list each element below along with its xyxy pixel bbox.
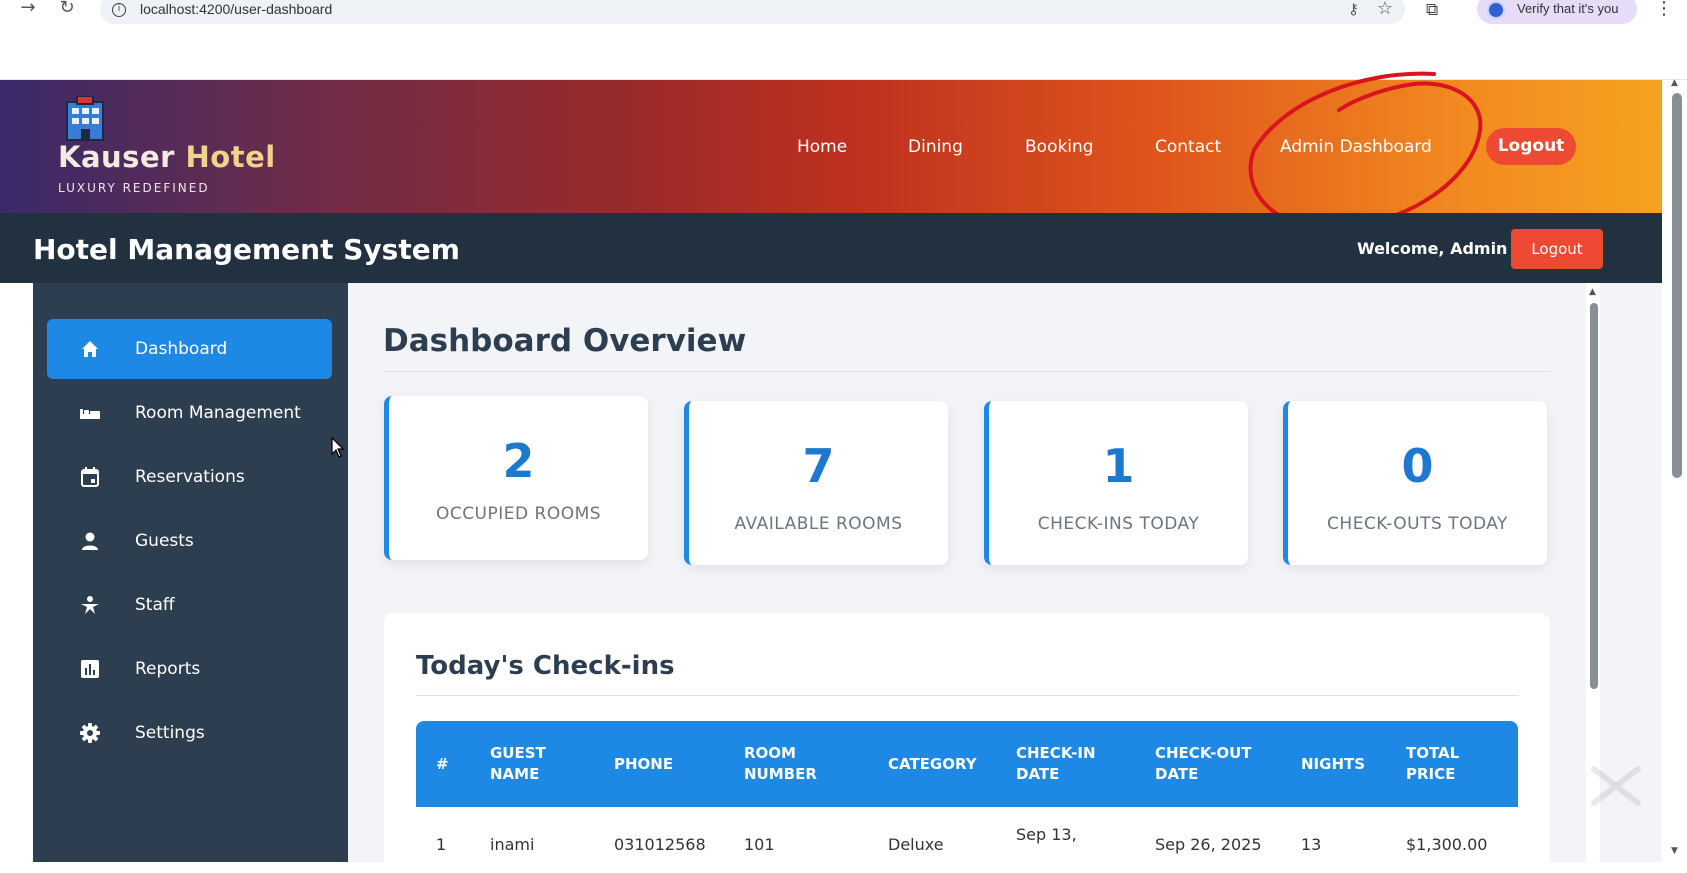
hotel-logo-icon — [66, 96, 104, 141]
sidebar-item-label: Reservations — [135, 467, 245, 487]
column-header-check-in-date: CHECK-IN DATE — [1016, 744, 1096, 783]
nav-link-admin-dashboard[interactable]: Admin Dashboard — [1280, 137, 1432, 157]
column-header-category: CATEGORY — [888, 755, 977, 773]
cell-category: Deluxe — [888, 835, 944, 854]
column-header-index: # — [436, 755, 449, 773]
sidebar-item-room-management[interactable]: Room Management — [47, 383, 332, 443]
stat-label: OCCUPIED ROOMS — [435, 504, 602, 524]
stat-card-check-outs-today: 0 CHECK-OUTS TODAY — [1283, 401, 1547, 565]
sidebar-item-dashboard[interactable]: Dashboard — [47, 319, 332, 379]
sidebar-item-reservations[interactable]: Reservations — [47, 447, 332, 507]
bed-icon — [80, 409, 100, 419]
column-header-check-out-date: CHECK-OUT DATE — [1155, 744, 1252, 783]
browser-toolbar: → ↻ i localhost:4200/user-dashboard ⚷ ☆ … — [0, 0, 1687, 30]
cell-nights: 13 — [1301, 835, 1322, 854]
nav-link-dining[interactable]: Dining — [908, 137, 963, 157]
page-title: Dashboard Overview — [383, 323, 747, 359]
profile-avatar-icon — [1487, 1, 1505, 19]
stat-card-occupied-rooms: 2 OCCUPIED ROOMS — [384, 396, 648, 560]
cell-phone: 031012568 — [614, 835, 706, 854]
stat-value: 2 — [502, 434, 535, 488]
sidebar-item-settings[interactable]: Settings — [47, 703, 332, 763]
sidebar-item-label: Room Management — [135, 403, 301, 423]
cell-index: 1 — [436, 835, 447, 854]
table-header: # GUEST NAME PHONE ROOM NUMBER CATEGORY CH… — [416, 721, 1518, 807]
title-divider — [383, 371, 1550, 372]
todays-checkins-panel: Today's Check-ins # GUEST NAME PHONE ROOM… — [384, 613, 1550, 873]
stat-label: CHECK-INS TODAY — [1037, 514, 1200, 534]
page-scroll-down-icon[interactable]: ▼ — [1671, 846, 1678, 856]
main-content: Dashboard Overview 2 OCCUPIED ROOMS 7 AV… — [348, 283, 1662, 873]
stat-value: 1 — [1102, 439, 1135, 493]
sidebar-item-label: Reports — [135, 659, 201, 679]
key-icon[interactable]: ⚷ — [1348, 0, 1359, 18]
page-scrollbar-thumb[interactable] — [1672, 93, 1682, 478]
page-scroll-up-icon[interactable]: ▲ — [1671, 78, 1678, 88]
cell-total-price: $1,300.00 — [1406, 835, 1488, 854]
brand-tagline: LUXURY REDEFINED — [58, 181, 210, 195]
nav-link-booking[interactable]: Booking — [1025, 137, 1094, 157]
verify-label: Verify that it's you — [1517, 1, 1619, 16]
extensions-icon[interactable]: ⧉ — [1426, 0, 1438, 20]
column-header-phone: PHONE — [614, 755, 674, 773]
person-icon — [82, 532, 98, 550]
cell-guest-name: inami — [490, 835, 535, 854]
column-header-nights: NIGHTS — [1301, 755, 1366, 773]
stat-label: CHECK-OUTS TODAY — [1327, 514, 1508, 534]
sidebar-item-label: Settings — [135, 723, 205, 743]
cell-room-number: 101 — [744, 835, 775, 854]
inner-scrollbar-thumb[interactable] — [1590, 303, 1598, 689]
sidebar-item-staff[interactable]: Staff — [47, 575, 332, 635]
column-header-guest-name: GUEST NAME — [490, 744, 546, 783]
sidebar-item-reports[interactable]: Reports — [47, 639, 332, 699]
app-title: Hotel Management System — [33, 233, 460, 266]
sidebar: Dashboard Room Management Reservations G… — [33, 283, 348, 862]
hotel-header: Kauser Hotel LUXURY REDEFINED Home Dinin… — [0, 80, 1662, 213]
nav-link-home[interactable]: Home — [797, 137, 847, 157]
gear-icon — [80, 723, 100, 743]
forward-icon[interactable]: → — [18, 0, 38, 20]
browser-menu-icon[interactable]: ⋮ — [1655, 0, 1673, 19]
cell-check-out-date: Sep 26, 2025 — [1155, 835, 1262, 854]
staff-icon — [81, 596, 99, 614]
page-top-spacer — [0, 30, 1687, 80]
info-icon[interactable]: i — [112, 3, 126, 17]
column-header-room-number: ROOM NUMBER — [744, 744, 817, 783]
reload-icon[interactable]: ↻ — [57, 0, 77, 20]
column-header-total-price: TOTAL PRICE — [1406, 744, 1460, 783]
welcome-text: Welcome, Admin — [1357, 239, 1508, 258]
cell-check-in-date: Sep 13, — [1016, 825, 1077, 844]
home-icon — [82, 341, 98, 357]
app-logout-button[interactable]: Logout — [1511, 229, 1603, 269]
header-logout-button[interactable]: Logout — [1486, 128, 1576, 165]
stat-value: 7 — [802, 439, 835, 493]
stat-value: 0 — [1401, 439, 1434, 493]
url-text[interactable]: localhost:4200/user-dashboard — [140, 1, 332, 17]
app-bar: Hotel Management System Welcome, Admin L… — [0, 213, 1662, 283]
profile-verify-button[interactable]: Verify that it's you — [1477, 0, 1637, 24]
mouse-cursor-icon — [331, 437, 345, 458]
sidebar-item-label: Dashboard — [135, 339, 228, 359]
chart-icon — [81, 660, 99, 678]
checkins-divider — [416, 695, 1518, 696]
inner-scroll-up-icon[interactable]: ▲ — [1589, 287, 1596, 297]
stat-label: AVAILABLE ROOMS — [734, 514, 903, 534]
calendar-icon — [81, 467, 99, 487]
bookmark-star-icon[interactable]: ☆ — [1377, 0, 1393, 19]
sidebar-item-guests[interactable]: Guests — [47, 511, 332, 571]
sidebar-item-label: Guests — [135, 531, 194, 551]
checkins-title: Today's Check-ins — [416, 651, 675, 681]
stat-card-check-ins-today: 1 CHECK-INS TODAY — [984, 401, 1248, 565]
nav-link-contact[interactable]: Contact — [1155, 137, 1221, 157]
address-bar[interactable]: i localhost:4200/user-dashboard ⚷ ☆ — [100, 0, 1405, 24]
stat-card-available-rooms: 7 AVAILABLE ROOMS — [684, 401, 948, 565]
sidebar-item-label: Staff — [135, 595, 175, 615]
brand-title[interactable]: Kauser Hotel — [58, 140, 276, 174]
watermark-logo-icon — [1591, 766, 1641, 806]
